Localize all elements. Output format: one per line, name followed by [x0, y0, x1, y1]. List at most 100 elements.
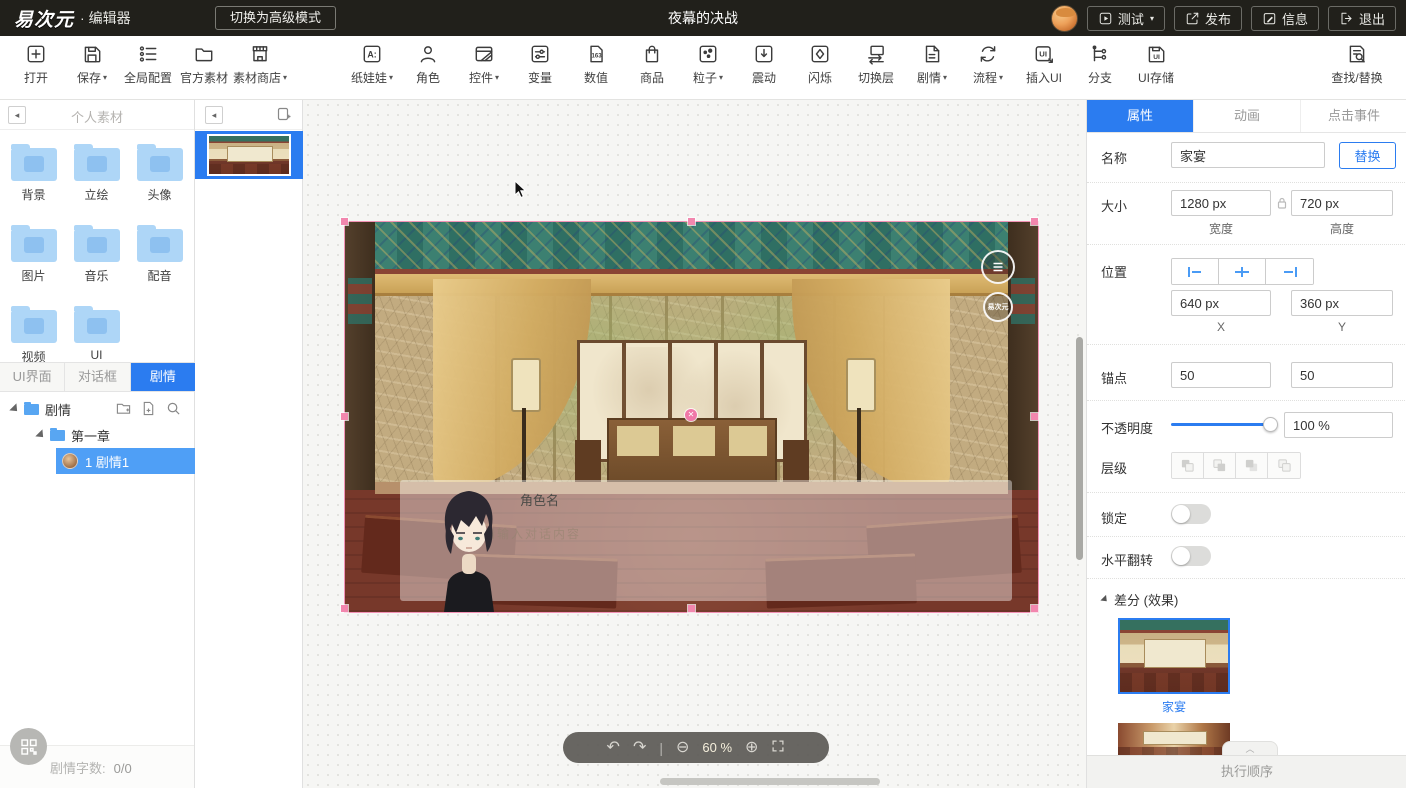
toolbar-item-layerswap[interactable]: 切换层: [850, 43, 902, 86]
toolbar-item-paperdoll[interactable]: A:纸娃娃▾: [346, 43, 398, 86]
toolbar-item-doc[interactable]: 剧情▾: [906, 43, 958, 86]
align-right-button[interactable]: [1266, 259, 1313, 284]
asset-folder-7[interactable]: UI: [65, 302, 128, 365]
align-left-button[interactable]: [1172, 259, 1219, 284]
add-folder-icon[interactable]: [116, 401, 131, 416]
toolbar-item-store[interactable]: 素材商店▾: [234, 43, 286, 86]
toolbar-item-particles[interactable]: 粒子▾: [682, 43, 734, 86]
expand-triangle-icon[interactable]: [35, 429, 46, 440]
toolbar-item-sliders[interactable]: 变量: [514, 43, 566, 86]
toolbar-item-config[interactable]: 全局配置: [122, 43, 174, 86]
toolbar-item-shake[interactable]: 震动: [738, 43, 790, 86]
resize-handle-ne[interactable]: [1031, 218, 1038, 225]
scene-image-selected[interactable]: 角色名 请输入对话内容 易次元: [345, 222, 1038, 612]
resize-handle-s[interactable]: [688, 605, 695, 612]
diff-thumbnail[interactable]: [1118, 618, 1230, 694]
toolbar-item-save[interactable]: 保存▾: [66, 43, 118, 86]
toolbar-item-flash[interactable]: 闪烁: [794, 43, 846, 86]
resize-handle-w[interactable]: [341, 413, 348, 420]
align-center-button[interactable]: [1219, 259, 1266, 284]
switch-advanced-mode-button[interactable]: 切换为高级模式: [215, 6, 336, 30]
toolbar-item-uisave[interactable]: UIUI存储: [1130, 43, 1182, 86]
bring-to-front-button[interactable]: [1172, 453, 1204, 478]
editor-canvas[interactable]: 角色名 请输入对话内容 易次元: [303, 100, 1086, 788]
publish-button[interactable]: 发布: [1174, 6, 1242, 31]
info-button[interactable]: 信息: [1251, 6, 1319, 31]
resize-handle-sw[interactable]: [341, 605, 348, 612]
diff-variant-partial[interactable]: [1118, 723, 1230, 755]
page-thumbnail[interactable]: [207, 134, 291, 176]
vertical-scrollbar[interactable]: [1076, 337, 1083, 560]
tree-leaf-row[interactable]: 1 剧情1: [0, 448, 195, 474]
width-input[interactable]: [1171, 190, 1271, 216]
redo-button[interactable]: ↷: [633, 740, 646, 756]
toolbar-item-bag[interactable]: 商品: [626, 43, 678, 86]
toolbar-item-cycle[interactable]: 流程▾: [962, 43, 1014, 86]
opacity-slider[interactable]: [1171, 423, 1271, 426]
send-to-back-button[interactable]: [1268, 453, 1300, 478]
user-avatar[interactable]: [1051, 5, 1078, 32]
replace-button[interactable]: 替换: [1339, 142, 1396, 169]
toolbar-item-person[interactable]: 角色: [402, 43, 454, 86]
expand-triangle-icon[interactable]: [9, 403, 20, 414]
exit-button[interactable]: 退出: [1328, 6, 1396, 31]
asset-folder-1[interactable]: 立绘: [65, 140, 128, 203]
zoom-out-button[interactable]: ⊖: [676, 740, 689, 756]
expand-footer-tab[interactable]: ︿: [1222, 741, 1278, 756]
zoom-in-button[interactable]: ⊕: [745, 740, 758, 756]
position-y-input[interactable]: [1291, 290, 1393, 316]
collapse-pages-button[interactable]: ◂: [205, 106, 223, 124]
resize-handle-e[interactable]: [1031, 413, 1038, 420]
page-thumbnail-row-selected[interactable]: [195, 131, 303, 179]
anchor-y-input[interactable]: [1291, 362, 1393, 388]
resize-handle-n[interactable]: [688, 218, 695, 225]
resize-handle-nw[interactable]: [341, 218, 348, 225]
horizontal-scrollbar[interactable]: [660, 778, 880, 785]
toolbar-item-find-replace[interactable]: 查找/替换: [1322, 43, 1392, 86]
asset-folder-2[interactable]: 头像: [128, 140, 191, 203]
lock-toggle[interactable]: [1171, 504, 1211, 524]
diff-variant-0[interactable]: 家宴: [1118, 618, 1230, 715]
name-input[interactable]: [1171, 142, 1325, 168]
tab-animation[interactable]: 动画: [1194, 100, 1301, 132]
anchor-point-marker[interactable]: ✕: [685, 409, 697, 421]
bring-forward-button[interactable]: [1204, 453, 1236, 478]
resize-handle-se[interactable]: [1031, 605, 1038, 612]
fullscreen-button[interactable]: [771, 739, 785, 757]
tree-leaf-selected[interactable]: 1 剧情1: [56, 448, 195, 474]
asset-folder-3[interactable]: 图片: [2, 221, 65, 284]
diff-section-header[interactable]: 差分 (效果): [1101, 590, 1178, 609]
toolbar-item-open[interactable]: 打开: [10, 43, 62, 86]
tree-root-row[interactable]: 剧情: [0, 396, 195, 422]
tab-ui-screen[interactable]: UI界面: [0, 363, 65, 391]
tab-click-events[interactable]: 点击事件: [1301, 100, 1406, 132]
search-icon[interactable]: [166, 401, 181, 416]
height-input[interactable]: [1291, 190, 1393, 216]
position-x-input[interactable]: [1171, 290, 1271, 316]
toolbar-item-numdoc[interactable]: 163数值: [570, 43, 622, 86]
opacity-input[interactable]: [1284, 412, 1393, 438]
add-file-icon[interactable]: [141, 401, 156, 416]
undo-button[interactable]: ↶: [607, 740, 620, 756]
asset-folder-4[interactable]: 音乐: [65, 221, 128, 284]
scene-menu-button[interactable]: [981, 250, 1015, 284]
link-size-icon[interactable]: [1277, 196, 1287, 214]
opacity-slider-knob[interactable]: [1263, 417, 1278, 432]
flip-horizontal-toggle[interactable]: [1171, 546, 1211, 566]
send-backward-button[interactable]: [1236, 453, 1268, 478]
toolbar-item-folder[interactable]: 官方素材: [178, 43, 230, 86]
tab-properties[interactable]: 属性: [1087, 100, 1194, 132]
anchor-x-input[interactable]: [1171, 362, 1271, 388]
asset-folder-0[interactable]: 背景: [2, 140, 65, 203]
asset-folder-5[interactable]: 配音: [128, 221, 191, 284]
tab-dialog-box[interactable]: 对话框: [65, 363, 130, 391]
toolbar-item-widget[interactable]: 控件▾: [458, 43, 510, 86]
asset-folder-6[interactable]: 视频: [2, 302, 65, 365]
test-button[interactable]: 测试▾: [1087, 6, 1165, 31]
toolbar-item-branch[interactable]: 分支: [1074, 43, 1126, 86]
tree-chapter-row[interactable]: 第一章: [0, 422, 195, 448]
add-page-icon[interactable]: [276, 106, 292, 127]
tab-story[interactable]: 剧情: [131, 363, 195, 391]
toolbar-item-insertui[interactable]: UI插入UI: [1018, 43, 1070, 86]
qr-code-button[interactable]: [10, 728, 47, 765]
